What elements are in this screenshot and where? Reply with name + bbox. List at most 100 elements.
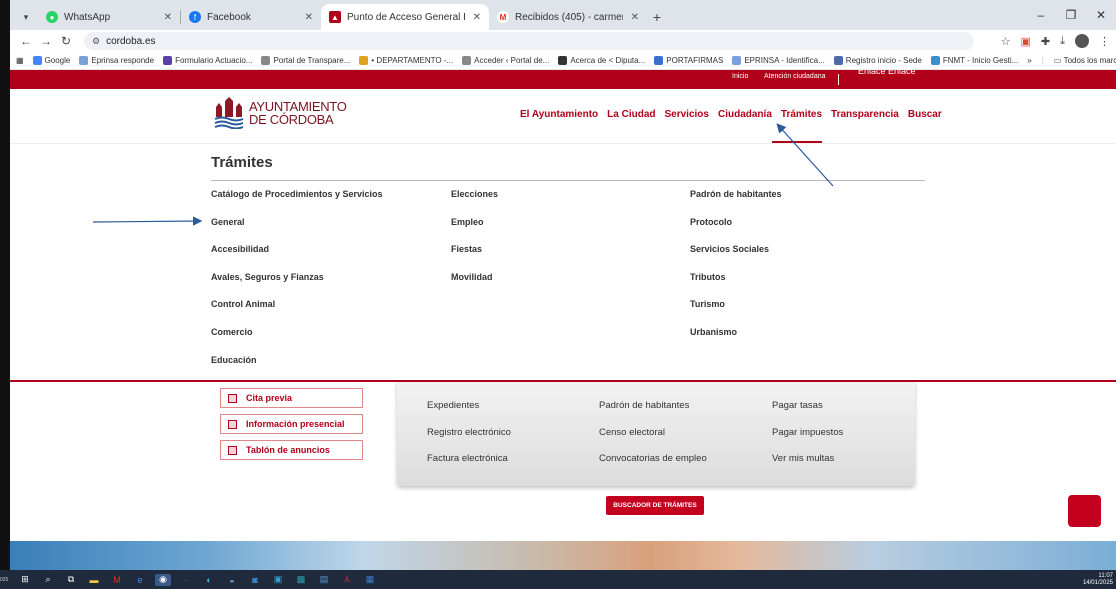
menu-item-accesibilidad[interactable]: Accesibilidad [211,244,269,254]
bookmark-star-icon[interactable]: ☆ [1001,35,1011,48]
app-icon[interactable]: ▩ [293,574,309,586]
menu-item-servicios-sociales[interactable]: Servicios Sociales [690,244,769,254]
restore-icon[interactable]: ❐ [1056,8,1086,22]
all-bookmarks-folder[interactable]: ▭ Todos los marcadores [1054,56,1116,65]
app-icon[interactable]: ▣ [270,574,286,586]
gmail-icon[interactable]: M [109,574,125,586]
close-icon[interactable]: ✕ [156,12,172,23]
bookmark-item[interactable]: Acceder ‹ Portal de... [462,56,549,65]
ayuntamiento-logo[interactable]: AYUNTAMIENTO DE CÓRDOBA [214,97,347,129]
app-icon[interactable]: ◒ [224,574,240,586]
windows-start-icon[interactable]: ⊞ [17,574,33,586]
task-view-icon[interactable]: ⧉ [63,574,79,586]
tab-search-icon[interactable]: ▾ [14,4,38,30]
reload-icon[interactable]: ↻ [56,34,76,48]
chrome-icon[interactable]: ◉ [155,573,171,586]
site-info-icon[interactable]: ⚙ [92,36,100,47]
nav-transparencia[interactable]: Transparencia [831,109,899,120]
tab-gmail[interactable]: M Recibidos (405) - carmensmat ✕ [489,4,647,30]
bookmark-item[interactable]: FNMT - Inicio Gesti... [930,56,1018,65]
close-icon[interactable]: ✕ [623,12,639,23]
close-window-icon[interactable]: ✕ [1086,8,1116,22]
nav-la-ciudad[interactable]: La Ciudad [607,109,655,120]
forms-icon [163,56,173,65]
more-bookmarks-icon[interactable]: » [1027,56,1031,65]
menu-item-educacion[interactable]: Educación [211,355,257,365]
service-ver-multas[interactable]: Ver mis multas [772,453,834,464]
extensions-puzzle-icon[interactable]: ✚ [1041,35,1050,48]
menu-dots-icon[interactable]: ⋮ [1099,35,1110,48]
search-icon[interactable]: ⌕ [40,574,56,586]
bookmark-item[interactable]: Acerca de < Diputa... [558,56,645,65]
taskbar-clock[interactable]: 11:07 14/01/2025 [1083,573,1113,587]
service-padron[interactable]: Padrón de habitantes [599,400,689,411]
nav-servicios[interactable]: Servicios [665,109,709,120]
quick-links: Cita previa Información presencial Tabló… [220,388,363,466]
close-icon[interactable]: ✕ [297,12,313,23]
bookmark-item[interactable]: Eprinsa responde [79,56,154,65]
outlook-icon[interactable]: ◙ [247,574,263,586]
service-registro-electronico[interactable]: Registro electrónico [427,427,511,438]
menu-item-empleo[interactable]: Empleo [451,217,484,227]
service-expedientes[interactable]: Expedientes [427,400,479,411]
service-censo-electoral[interactable]: Censo electoral [599,427,665,438]
nav-el-ayuntamiento[interactable]: El Ayuntamiento [520,109,598,120]
service-pagar-tasas[interactable]: Pagar tasas [772,400,823,411]
menu-item-urbanismo[interactable]: Urbanismo [690,327,737,337]
bookmark-item[interactable]: Formulario Actuacio... [163,56,252,65]
bookmark-item[interactable]: EPRINSA - Identifica... [732,56,825,65]
menu-item-avales[interactable]: Avales, Seguros y Fianzas [211,272,324,282]
menu-item-protocolo[interactable]: Protocolo [690,217,732,227]
service-factura-electronica[interactable]: Factura electrónica [427,453,508,464]
menu-item-tributos[interactable]: Tributos [690,272,726,282]
mega-menu-title: Trámites [211,154,273,171]
back-icon[interactable]: ← [16,34,36,48]
cita-previa-link[interactable]: Cita previa [220,388,363,408]
bookmark-item[interactable]: • DEPARTAMENTO -... [359,56,453,65]
menu-item-fiestas[interactable]: Fiestas [451,244,482,254]
buscador-tramites-button[interactable]: BUSCADOR DE TRÁMITES [606,496,704,515]
menu-item-turismo[interactable]: Turismo [690,299,725,309]
menu-item-control-animal[interactable]: Control Animal [211,299,275,309]
atencion-ciudadana-link[interactable]: Atención ciudadana [764,73,826,80]
tab-whatsapp[interactable]: ● WhatsApp ✕ [38,4,180,30]
internet-explorer-icon[interactable]: e [132,574,148,586]
menu-item-catalogo[interactable]: Catálogo de Procedimientos y Servicios [211,189,383,199]
apps-grid-icon[interactable]: ▦ [16,56,24,65]
google-icon [32,56,42,65]
nav-ciudadania[interactable]: Ciudadanía [718,109,772,120]
pdf-reader-icon[interactable]: ⅄ [339,574,355,586]
tablon-anuncios-link[interactable]: Tablón de anuncios [220,440,363,460]
bookmark-item[interactable]: Portal de Transpare... [261,56,350,65]
app-icon[interactable]: ▦ [362,574,378,586]
scroll-top-button[interactable] [1068,495,1101,527]
inicio-link[interactable]: Inicio [732,73,748,80]
url-input[interactable]: ⚙ cordoba.es [84,32,974,50]
nav-buscar[interactable]: Buscar [908,109,942,120]
informacion-presencial-link[interactable]: Información presencial [220,414,363,434]
close-icon[interactable]: ✕ [465,12,481,23]
menu-item-movilidad[interactable]: Movilidad [451,272,493,282]
service-convocatorias-empleo[interactable]: Convocatorias de empleo [599,453,707,464]
menu-item-comercio[interactable]: Comercio [211,327,253,337]
extension-icon[interactable]: ▣ [1021,35,1031,48]
enlace-link[interactable]: Enlace Enlace [858,66,916,76]
edge-icon[interactable]: ◐ [201,574,217,586]
tab-punto-acceso[interactable]: ▲ Punto de Acceso General Electr ✕ [321,4,489,30]
menu-item-padron[interactable]: Padrón de habitantes [690,189,782,199]
profile-avatar[interactable] [1075,34,1089,48]
app-icon[interactable]: ▤ [316,574,332,586]
new-tab-button[interactable]: + [647,4,667,30]
bookmark-item[interactable]: PORTAFIRMAS [654,56,723,65]
file-explorer-icon[interactable]: ▬ [86,574,102,586]
minimize-icon[interactable]: – [1026,8,1056,22]
menu-item-elecciones[interactable]: Elecciones [451,189,498,199]
download-icon[interactable]: ⤓ [1060,35,1065,48]
nav-tramites[interactable]: Trámites [781,109,822,120]
bookmark-item[interactable]: Google [32,56,70,65]
forward-icon[interactable]: → [36,34,56,48]
tab-facebook[interactable]: f Facebook ✕ [181,4,321,30]
bookmark-item[interactable]: Registro inicio - Sede [833,56,922,65]
menu-item-general[interactable]: General [211,217,245,227]
service-pagar-impuestos[interactable]: Pagar impuestos [772,427,843,438]
